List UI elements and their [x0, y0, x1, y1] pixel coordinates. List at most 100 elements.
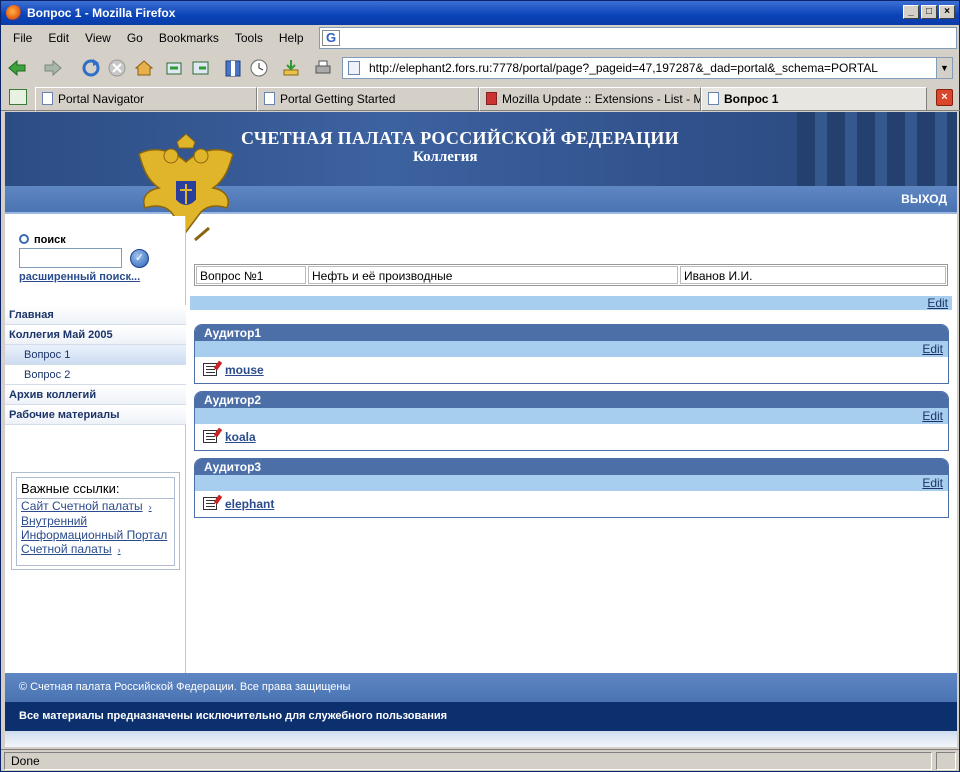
tab-vopros-1[interactable]: Вопрос 1	[701, 87, 927, 111]
nav-item-vopros-1[interactable]: Вопрос 1	[5, 345, 186, 365]
nav-item-glavnaya[interactable]: Главная	[5, 305, 186, 325]
status-bar: Done	[1, 749, 959, 771]
question-person: Иванов И.И.	[680, 266, 946, 284]
document-edit-icon[interactable]	[203, 360, 223, 376]
window-title: Вопрос 1 - Mozilla Firefox	[27, 6, 176, 20]
page-icon	[264, 92, 275, 105]
tab-label: Mozilla Update :: Extensions - List - Mi…	[502, 92, 701, 106]
link-informatsionny-portal[interactable]: Информационный Портал	[17, 528, 174, 542]
question-topic: Нефть и её производные	[308, 266, 678, 284]
print-icon[interactable]	[313, 58, 333, 78]
important-links-box: Важные ссылки: Сайт Счетной палаты › Внут…	[11, 472, 180, 570]
minimize-button[interactable]: _	[903, 5, 919, 19]
menu-tools[interactable]: Tools	[227, 31, 271, 45]
nav-item-arkhiv-kollegiy[interactable]: Архив коллегий	[5, 385, 186, 405]
auditor-item-link[interactable]: mouse	[225, 363, 264, 377]
browser-window: Вопрос 1 - Mozilla Firefox _ □ × File Ed…	[0, 0, 960, 772]
document-edit-icon[interactable]	[203, 427, 223, 443]
menu-file[interactable]: File	[5, 31, 40, 45]
magnifier-icon	[19, 234, 29, 244]
link-schetnoy-palaty[interactable]: Счетной палаты ›	[17, 542, 174, 557]
footer-notice: Все материалы предназначены исключительн…	[5, 702, 957, 731]
auditor-panel-2: Аудитор2 Edit koala	[194, 391, 949, 451]
search-label-text: поиск	[34, 234, 66, 246]
footer-gradient	[5, 731, 957, 747]
sidebar-nav: Главная Коллегия Май 2005 Вопрос 1 Вопро…	[5, 305, 186, 425]
tab-mozilla-update[interactable]: Mozilla Update :: Extensions - List - Mi…	[479, 87, 701, 111]
mozilla-dino-icon	[486, 92, 497, 105]
menu-go[interactable]: Go	[119, 31, 151, 45]
question-number: Вопрос №1	[196, 266, 306, 284]
back-arrow-icon[interactable]	[7, 58, 27, 78]
link-label: Счетной палаты	[21, 542, 112, 556]
question-info-table: Вопрос №1 Нефть и её производные Иванов …	[194, 264, 948, 286]
menu-view[interactable]: View	[77, 31, 119, 45]
menu-help[interactable]: Help	[271, 31, 312, 45]
address-url[interactable]: http://elephant2.fors.ru:7778/portal/pag…	[369, 61, 878, 75]
auditor-edit-link[interactable]: Edit	[922, 342, 943, 356]
auditor-edit-link[interactable]: Edit	[922, 476, 943, 490]
question-edit-link[interactable]: Edit	[927, 296, 948, 310]
resize-grip-icon[interactable]	[936, 752, 956, 770]
auditor-panel-title: Аудитор1	[195, 325, 948, 341]
tab-portal-getting-started[interactable]: Portal Getting Started	[257, 87, 479, 111]
page-icon	[42, 92, 53, 105]
link-vnutrenniy[interactable]: Внутренний	[17, 514, 174, 528]
title-bar: Вопрос 1 - Mozilla Firefox _ □ ×	[1, 1, 959, 25]
bookmarks-icon[interactable]	[223, 58, 243, 78]
chevron-right-icon: ›	[117, 545, 121, 555]
tab-label: Вопрос 1	[724, 92, 779, 106]
close-tab-icon[interactable]: ×	[936, 89, 953, 106]
nav-item-rabochie-materialy[interactable]: Рабочие материалы	[5, 405, 186, 425]
auditor-panel-1: Аудитор1 Edit mouse	[194, 324, 949, 384]
page-icon	[708, 92, 719, 105]
auditor-panel-3: Аудитор3 Edit elephant	[194, 458, 949, 518]
chevron-right-icon: ›	[148, 502, 152, 512]
google-icon[interactable]: G	[322, 30, 340, 46]
tab-label: Portal Getting Started	[280, 92, 396, 106]
question-edit-strip: Edit	[190, 296, 952, 310]
site-title: СЧЕТНАЯ ПАЛАТА РОССИЙСКОЙ ФЕДЕРАЦИИ	[241, 128, 679, 148]
menu-edit[interactable]: Edit	[40, 31, 77, 45]
page-icon	[348, 61, 360, 75]
menu-bookmarks[interactable]: Bookmarks	[151, 31, 227, 45]
history-icon[interactable]	[249, 58, 269, 78]
new-window-icon[interactable]	[165, 58, 185, 78]
google-search-box[interactable]: G	[319, 27, 957, 49]
drape-decoration	[797, 112, 957, 186]
web-page: СЧЕТНАЯ ПАЛАТА РОССИЙСКОЙ ФЕДЕРАЦИИ Колл…	[5, 112, 957, 747]
exit-link[interactable]: ВЫХОД	[901, 192, 947, 206]
auditor-panel-title: Аудитор3	[195, 459, 948, 475]
auditor-panel-title: Аудитор2	[195, 392, 948, 408]
search-go-button[interactable]: ✓	[130, 249, 149, 268]
nav-item-kollegiya-may-2005[interactable]: Коллегия Май 2005	[5, 325, 186, 345]
send-page-icon[interactable]	[191, 58, 211, 78]
footer-copyright: © Счетная палата Российской Федерации. В…	[5, 673, 957, 702]
left-sidebar: поиск ✓ расширенный поиск... Главная Кол…	[5, 216, 186, 673]
link-label: Сайт Счетной палаты	[21, 499, 143, 513]
document-edit-icon[interactable]	[203, 494, 223, 510]
download-icon[interactable]	[281, 58, 301, 78]
search-label: поиск	[19, 234, 66, 246]
address-dropdown-icon[interactable]: ▼	[936, 58, 952, 78]
auditor-edit-link[interactable]: Edit	[922, 409, 943, 423]
important-links-title: Важные ссылки:	[17, 478, 174, 499]
forward-arrow-icon[interactable]	[43, 58, 63, 78]
nav-item-vopros-2[interactable]: Вопрос 2	[5, 365, 186, 385]
stop-icon[interactable]	[107, 58, 127, 78]
maximize-button[interactable]: □	[921, 5, 937, 19]
tab-label: Portal Navigator	[58, 92, 145, 106]
home-icon[interactable]	[134, 58, 154, 78]
address-bar[interactable]: http://elephant2.fors.ru:7778/portal/pag…	[342, 57, 953, 79]
auditor-item-link[interactable]: elephant	[225, 497, 274, 511]
new-tab-icon[interactable]	[9, 89, 27, 105]
reload-icon[interactable]	[81, 58, 101, 78]
auditor-item-link[interactable]: koala	[225, 430, 256, 444]
advanced-search-link[interactable]: расширенный поиск...	[19, 271, 140, 283]
search-input[interactable]	[19, 248, 122, 268]
tab-strip: Portal Navigator Portal Getting Started …	[1, 85, 960, 111]
link-site-schetnoy-palaty[interactable]: Сайт Счетной палаты ›	[17, 499, 174, 514]
tab-portal-navigator[interactable]: Portal Navigator	[35, 87, 257, 111]
firefox-logo-icon	[6, 5, 22, 21]
close-window-button[interactable]: ×	[939, 5, 955, 19]
